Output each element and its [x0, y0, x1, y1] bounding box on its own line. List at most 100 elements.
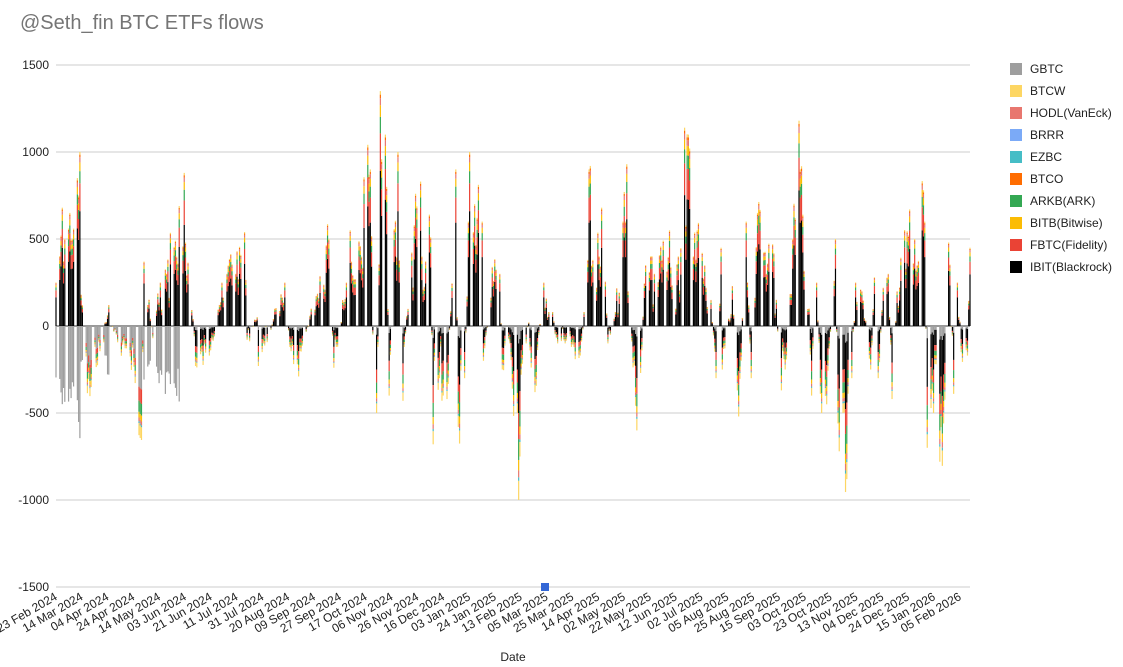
flow-bar-segment — [184, 270, 187, 326]
flow-bar-segment — [147, 308, 149, 313]
flow-bar-segment — [560, 327, 562, 334]
flow-bar-segment — [280, 296, 282, 298]
flow-bar-segment — [564, 326, 566, 328]
flow-bar-segment — [504, 335, 506, 339]
flow-bar-segment — [535, 331, 537, 356]
flow-bar-segment — [909, 222, 911, 231]
flow-bar-segment — [513, 404, 515, 407]
flow-bar-segment — [897, 306, 899, 308]
flow-bar-segment — [397, 162, 399, 172]
flow-bar-segment — [838, 435, 840, 438]
flow-bar-segment — [890, 327, 892, 336]
flow-bar-segment — [481, 224, 483, 228]
legend-item[interactable]: HODL(VanEck) — [1010, 102, 1112, 124]
flow-bar-segment — [687, 169, 689, 200]
flow-bar-segment — [441, 388, 443, 392]
flow-bar-segment — [60, 251, 62, 267]
flow-bar-segment — [166, 279, 168, 284]
flow-bar-segment — [607, 334, 609, 338]
flow-bar-segment — [750, 331, 752, 353]
legend-item[interactable]: BRRR — [1010, 124, 1112, 146]
flow-bar-segment — [316, 304, 319, 326]
flow-bar-segment — [705, 291, 707, 295]
flow-bar-segment — [266, 338, 268, 340]
flow-bar-segment — [852, 326, 854, 327]
flow-bar-segment — [810, 383, 813, 387]
flow-bar-segment — [705, 288, 707, 289]
flow-bar-segment — [578, 342, 580, 347]
flow-bar-segment — [511, 332, 513, 358]
flow-bar-segment — [481, 233, 483, 241]
flow-bar-segment — [836, 329, 838, 330]
flow-bar-segment — [164, 271, 166, 273]
flow-bar-segment — [880, 326, 882, 327]
flow-bar-segment — [326, 242, 329, 259]
flow-bar-segment — [749, 334, 751, 338]
flow-bar-segment — [905, 268, 907, 270]
flow-bar-segment — [61, 209, 63, 212]
flow-bar-segment — [617, 317, 619, 326]
flow-bar-segment — [808, 308, 810, 310]
flow-bar-segment — [474, 217, 476, 227]
flow-bar-segment — [464, 369, 466, 372]
legend-item[interactable]: BTCW — [1010, 80, 1112, 102]
legend: GBTC BTCW HODL(VanEck) BRRR EZBC BTCO ARKB(ARK… — [1010, 58, 1112, 278]
flow-bar-segment — [397, 183, 399, 212]
flow-bar-segment — [381, 159, 383, 162]
flow-bar-segment — [353, 279, 355, 280]
flow-bar-segment — [142, 340, 144, 344]
flow-bar-segment — [161, 326, 163, 375]
flow-bar-segment — [464, 372, 466, 379]
flow-bar-segment — [501, 359, 503, 363]
flow-bar-segment — [939, 430, 941, 439]
flow-bar-segment — [316, 294, 319, 295]
flow-bar-segment — [328, 254, 330, 269]
flow-bar-segment — [284, 287, 286, 291]
flow-bar-segment — [836, 330, 838, 331]
flow-bar-segment — [379, 133, 381, 171]
flow-bar-segment — [205, 343, 207, 347]
flow-bar-segment — [249, 338, 251, 340]
legend-item[interactable]: BITB(Bitwise) — [1010, 212, 1112, 234]
flow-bar-segment — [697, 241, 700, 258]
flow-bar-segment — [626, 166, 628, 170]
legend-item[interactable]: IBIT(Blackrock) — [1010, 256, 1112, 278]
legend-item[interactable]: BTCO — [1010, 168, 1112, 190]
flow-bar-segment — [560, 338, 562, 340]
flow-bar-segment — [509, 341, 511, 344]
flow-bar-segment — [438, 369, 441, 372]
flow-bar-segment — [666, 277, 668, 282]
legend-item[interactable]: ARKB(ARK) — [1010, 190, 1112, 212]
flow-bar-segment — [660, 255, 662, 261]
flow-bar-segment — [800, 168, 803, 171]
flow-bar-segment — [607, 326, 609, 328]
flow-bar-segment — [353, 281, 355, 285]
flow-bar-segment — [508, 337, 510, 340]
flow-bar-segment — [384, 155, 386, 170]
flow-bar-segment — [447, 370, 449, 375]
flow-bar-segment — [227, 267, 229, 270]
flow-bar-segment — [565, 337, 568, 339]
flow-bar-segment — [377, 342, 379, 344]
chart-selection-handle[interactable] — [541, 583, 549, 591]
flow-bar-segment — [222, 302, 224, 308]
legend-item[interactable]: GBTC — [1010, 58, 1112, 80]
flow-bar-segment — [829, 326, 832, 329]
flow-bar-segment — [226, 291, 228, 326]
flow-bar-segment — [501, 362, 503, 364]
flow-bar-segment — [746, 290, 749, 298]
legend-item[interactable]: FBTC(Fidelity) — [1010, 234, 1112, 256]
flow-bar-segment — [578, 353, 580, 355]
flow-bar-segment — [455, 197, 457, 223]
flow-bar-segment — [279, 316, 281, 326]
flow-bar-segment — [62, 268, 65, 273]
flow-bar-segment — [377, 326, 379, 329]
flow-bar-segment — [499, 275, 501, 277]
flow-bar-segment — [456, 318, 458, 321]
flow-bar-segment — [494, 281, 496, 326]
flow-bar-segment — [183, 189, 185, 201]
legend-item[interactable]: EZBC — [1010, 146, 1112, 168]
legend-swatch — [1010, 195, 1022, 207]
flow-bar-segment — [155, 315, 158, 326]
flow-bar-segment — [897, 307, 899, 310]
